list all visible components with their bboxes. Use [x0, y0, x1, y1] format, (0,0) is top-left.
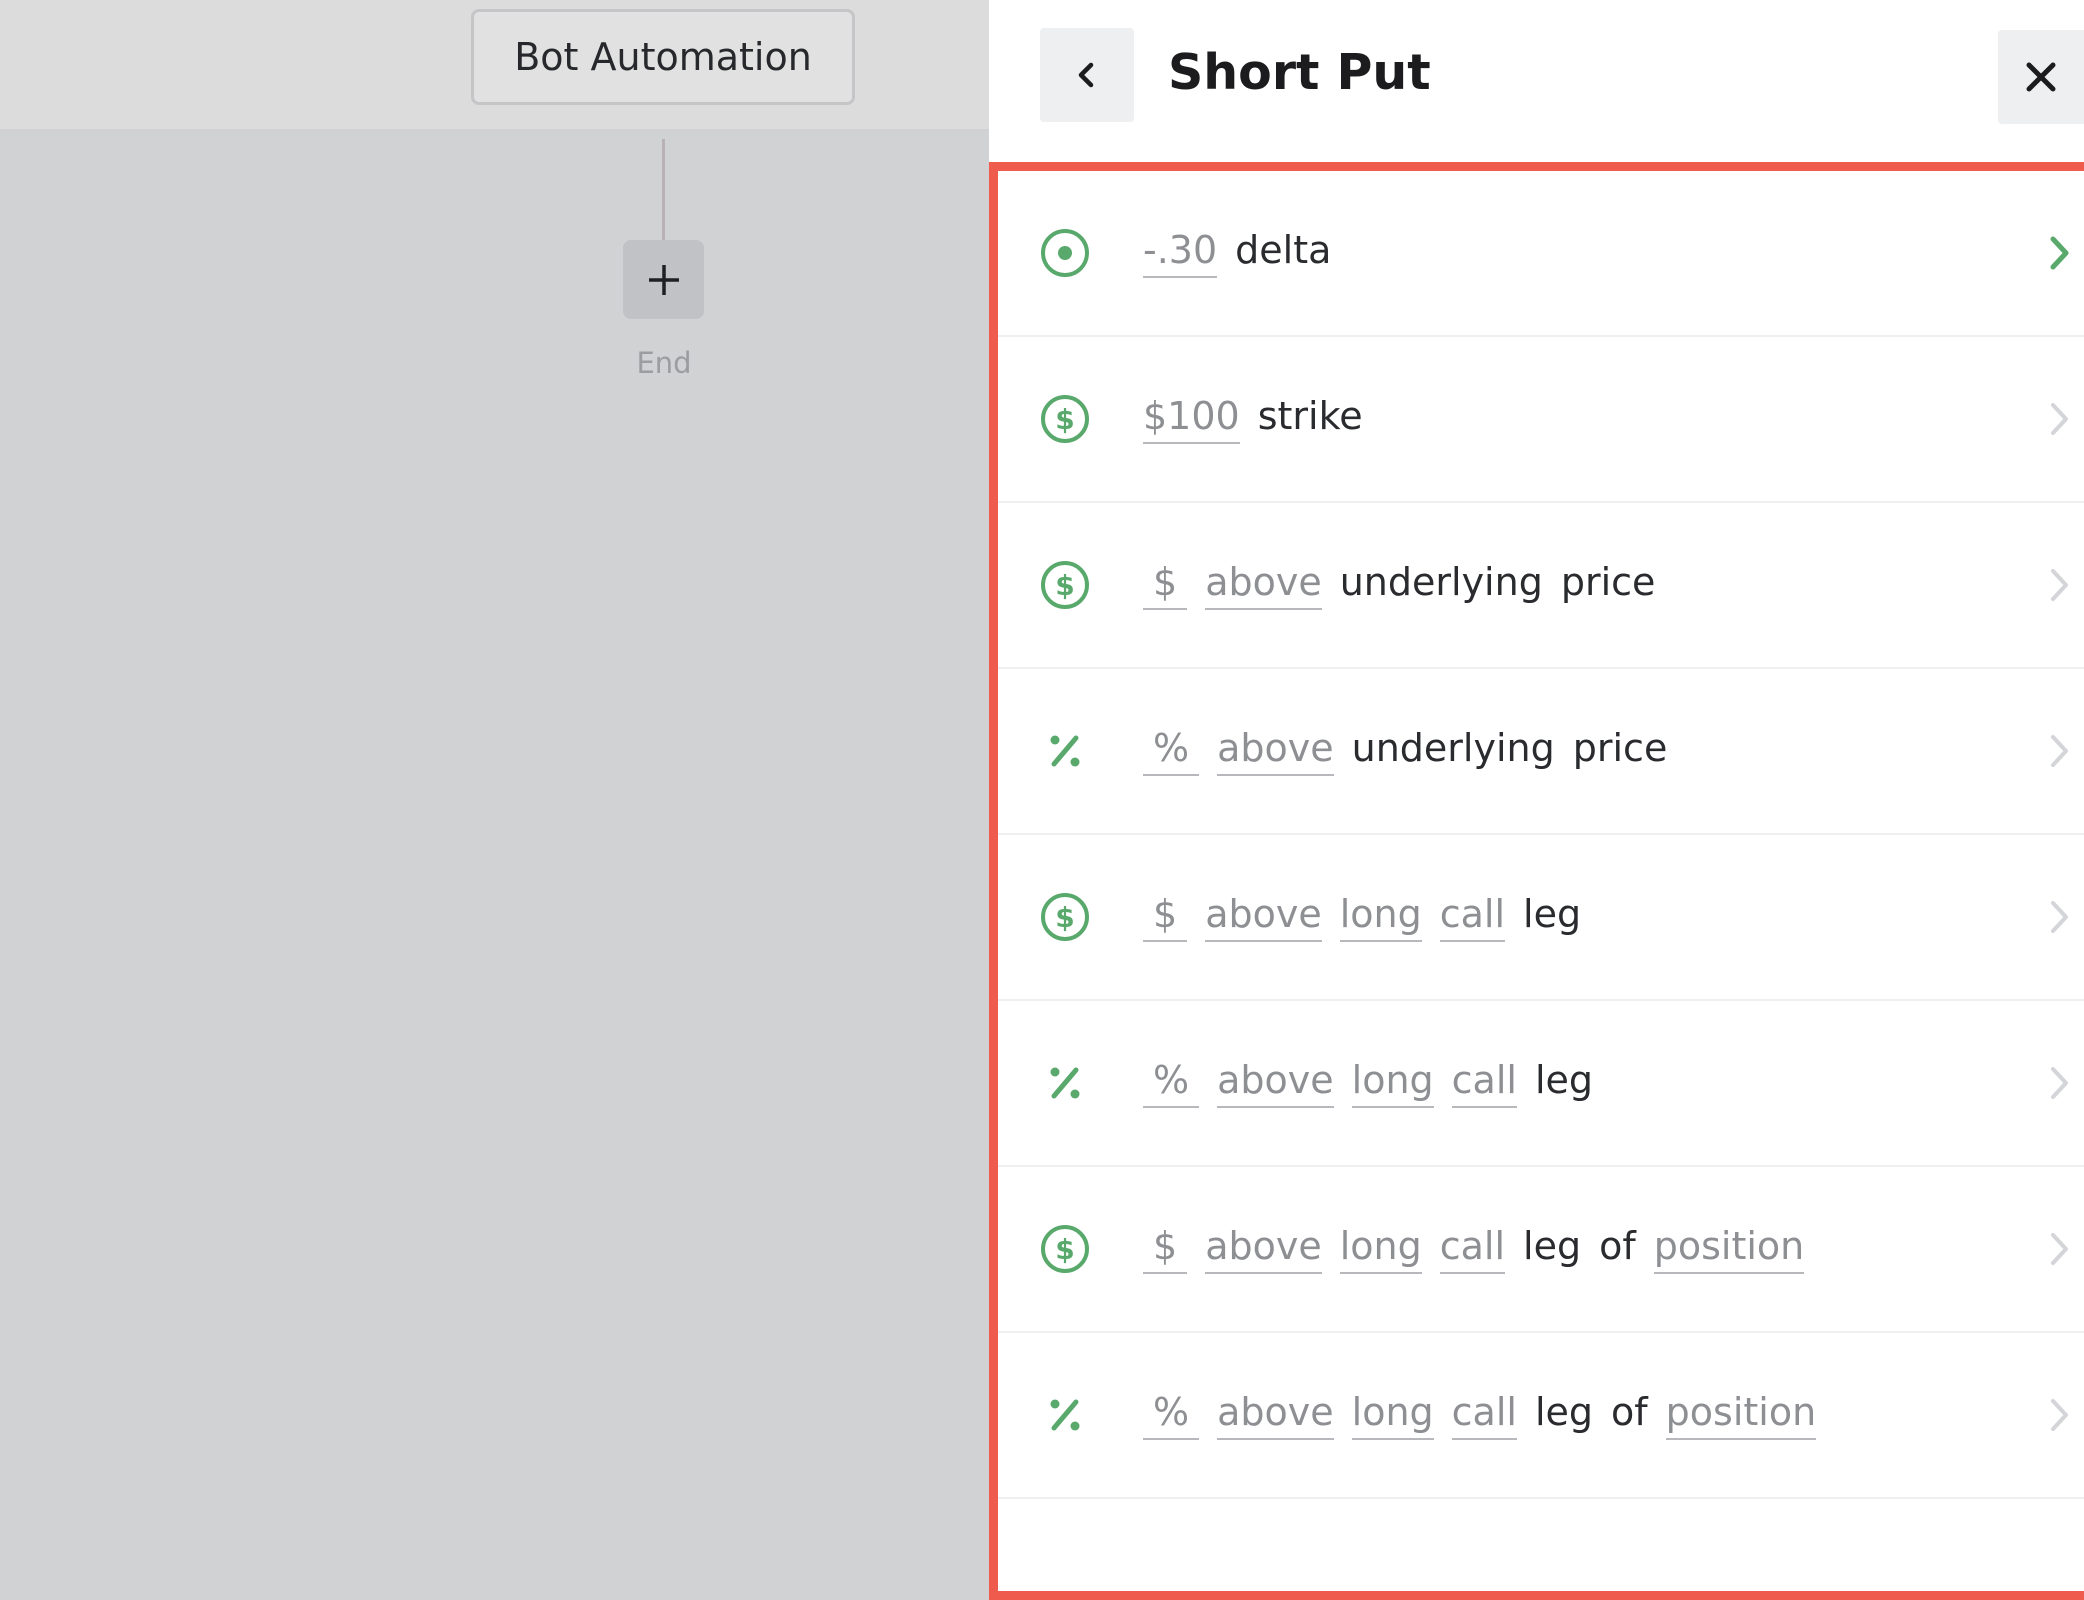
svg-text:$: $ [1055, 1233, 1074, 1266]
panel-header: Short Put [989, 0, 2084, 160]
option-label: strike [1257, 394, 1363, 438]
leg-type-field[interactable]: call [1439, 892, 1506, 942]
option-dollar-above-underlying[interactable]: $ $ above underlying price [998, 503, 2084, 669]
bot-automation-node[interactable]: Bot Automation [471, 9, 855, 105]
chevron-left-icon [1078, 62, 1094, 88]
percent-field[interactable]: % [1143, 726, 1200, 776]
direction-field[interactable]: above [1217, 726, 1334, 776]
percent-icon [1039, 1057, 1091, 1109]
chevron-right-icon [2044, 1063, 2074, 1103]
direction-field[interactable]: above [1217, 1058, 1334, 1108]
leg-side-field[interactable]: long [1339, 892, 1422, 942]
leg-type-field[interactable]: call [1451, 1058, 1517, 1108]
option-dollar-above-leg[interactable]: $ $ above long call leg [998, 835, 2084, 1001]
option-delta[interactable]: -.30 delta [998, 171, 2084, 337]
chevron-right-icon [2044, 1395, 2074, 1435]
add-step-button[interactable] [623, 240, 704, 319]
back-button[interactable] [1040, 28, 1134, 122]
chevron-right-icon [2044, 1229, 2074, 1269]
chevron-right-icon [2044, 565, 2074, 605]
option-label: underlying [1351, 726, 1555, 770]
chevron-right-icon [2044, 399, 2074, 439]
percent-icon [1039, 725, 1091, 777]
option-label: leg [1534, 1058, 1594, 1102]
dollar-circle-icon: $ [1039, 559, 1091, 611]
direction-field[interactable]: above [1217, 1390, 1334, 1440]
amount-field[interactable]: $ [1143, 1224, 1188, 1274]
leg-side-field[interactable]: long [1351, 1058, 1434, 1108]
direction-field[interactable]: above [1205, 892, 1322, 942]
workflow-canvas: Bot Automation End [0, 0, 989, 1600]
leg-side-field[interactable]: long [1339, 1224, 1422, 1274]
dollar-circle-icon: $ [1039, 393, 1091, 445]
option-label: delta [1235, 228, 1332, 272]
option-label: leg [1523, 892, 1582, 936]
amount-field[interactable]: $ [1143, 892, 1188, 942]
option-label: underlying [1339, 560, 1543, 604]
dollar-circle-icon: $ [1039, 891, 1091, 943]
direction-field[interactable]: above [1205, 1224, 1322, 1274]
direction-field[interactable]: above [1205, 560, 1322, 610]
option-percent-above-leg-of-position[interactable]: % above long call leg of position [998, 1333, 2084, 1499]
end-label: End [636, 346, 692, 380]
option-label: leg [1534, 1390, 1594, 1434]
option-label: price [1572, 726, 1668, 770]
position-field[interactable]: position [1653, 1224, 1805, 1274]
chevron-right-icon [2044, 233, 2074, 273]
option-label: of [1611, 1390, 1648, 1434]
amount-field[interactable]: $ [1143, 560, 1188, 610]
dollar-circle-icon: $ [1039, 1223, 1091, 1275]
svg-text:$: $ [1055, 901, 1074, 934]
chevron-right-icon [2044, 731, 2074, 771]
chevron-right-icon [2044, 897, 2074, 937]
percent-field[interactable]: % [1143, 1390, 1200, 1440]
panel-title: Short Put [1168, 44, 1431, 101]
svg-text:$: $ [1055, 569, 1074, 602]
option-dollar-above-leg-of-position[interactable]: $ $ above long call leg of position [998, 1167, 2084, 1333]
option-label: price [1560, 560, 1656, 604]
position-field[interactable]: position [1665, 1390, 1817, 1440]
delta-value-field[interactable]: -.30 [1143, 228, 1218, 278]
leg-side-field[interactable]: long [1351, 1390, 1434, 1440]
percent-field[interactable]: % [1143, 1058, 1200, 1108]
node-connector [662, 139, 665, 241]
option-percent-above-underlying[interactable]: % above underlying price [998, 669, 2084, 835]
percent-icon [1039, 1389, 1091, 1441]
plus-icon [648, 264, 679, 295]
svg-text:$: $ [1055, 403, 1074, 436]
option-label: leg [1523, 1224, 1582, 1268]
strike-value-field[interactable]: $100 [1143, 394, 1240, 444]
close-icon [2026, 62, 2056, 92]
close-button[interactable] [1998, 30, 2084, 124]
short-put-panel: Short Put -.30 delta $ $100 strike $ $ a… [989, 0, 2084, 1600]
leg-type-field[interactable]: call [1439, 1224, 1506, 1274]
target-icon [1039, 227, 1091, 279]
leg-type-field[interactable]: call [1451, 1390, 1517, 1440]
strike-selection-list: -.30 delta $ $100 strike $ $ above under… [989, 162, 2084, 1600]
option-label: of [1599, 1224, 1636, 1268]
option-strike[interactable]: $ $100 strike [998, 337, 2084, 503]
option-percent-above-leg[interactable]: % above long call leg [998, 1001, 2084, 1167]
